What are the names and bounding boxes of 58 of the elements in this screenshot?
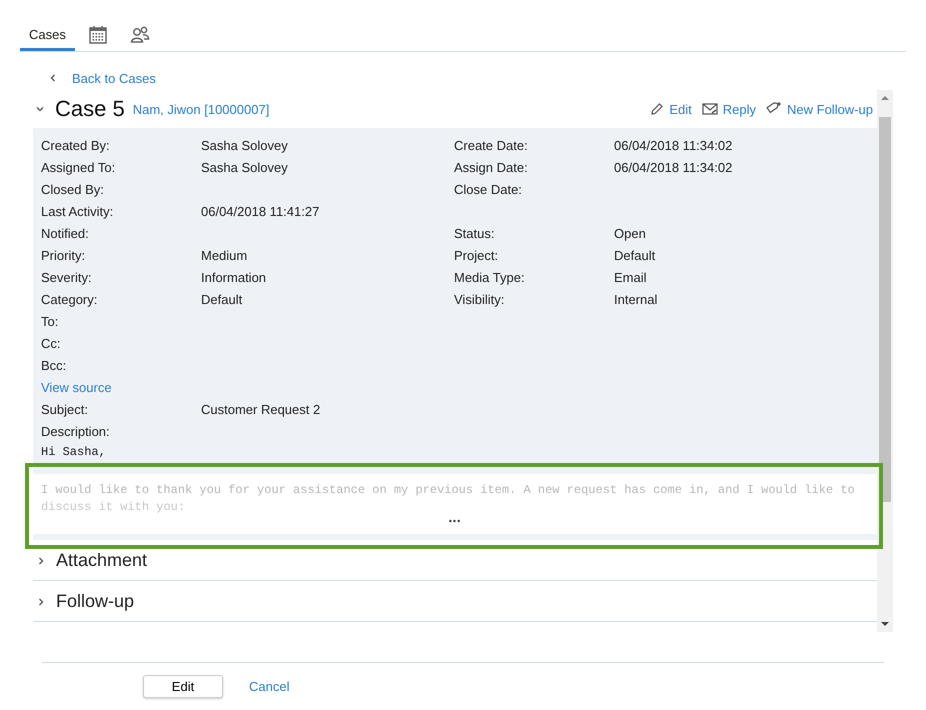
field-label: Status: <box>454 226 494 240</box>
contact-link[interactable]: Nam, Jiwon [10000007] <box>132 102 270 116</box>
field-value: Medium <box>201 248 248 262</box>
field-label: Description: <box>41 424 111 438</box>
case-title: Case 5 <box>55 96 125 122</box>
edit-action[interactable]: Edit <box>650 102 692 116</box>
chevron-icon[interactable] <box>36 596 46 606</box>
field-label: Media Type: <box>454 270 525 284</box>
section-title[interactable]: Follow-up <box>56 590 134 612</box>
field-value: Internal <box>614 292 658 306</box>
field-label: Notified: <box>41 226 90 240</box>
field-value: Default <box>201 292 242 306</box>
more-indicator[interactable]: ••• <box>448 516 462 526</box>
field-value: Sasha Solovey <box>201 160 288 174</box>
field-label: Close Date: <box>454 182 522 196</box>
envelope-icon <box>702 102 718 116</box>
field-label: Priority: <box>41 248 86 262</box>
field-value: 06/04/2018 11:34:02 <box>614 160 732 174</box>
field-label: Project: <box>454 248 498 262</box>
pencil-icon <box>650 102 664 116</box>
field-label: Create Date: <box>454 138 528 152</box>
field-value: Information <box>201 270 266 284</box>
field-label: Category: <box>41 292 98 306</box>
field-value: 06/04/2018 11:41:27 <box>201 204 320 218</box>
field-label: To: <box>41 314 60 328</box>
field-value: Email <box>614 270 647 284</box>
field-value: Default <box>614 248 656 262</box>
field-label: Cc: <box>41 336 62 350</box>
field-label: Last Activity: <box>41 204 114 218</box>
edit-button[interactable]: Edit <box>143 675 223 698</box>
field-label: Created By: <box>41 138 111 152</box>
scrollbar[interactable] <box>877 90 893 632</box>
message-text: I would like to thank you for your assistance on my previous item. A new request has come in, and I would like to <box>41 483 855 497</box>
chevron-icon[interactable] <box>36 556 46 566</box>
field-value: Open <box>614 226 646 240</box>
field-label: Assign Date: <box>454 160 528 174</box>
scroll-down-arrow-icon[interactable] <box>881 621 889 627</box>
field-label: Closed By: <box>41 182 105 196</box>
field-value: 06/04/2018 11:34:02 <box>614 138 732 152</box>
calendar-icon <box>88 24 108 44</box>
people-icon <box>130 24 150 44</box>
follow-up-action[interactable]: New Follow-up <box>766 101 873 117</box>
message-greeting: Hi Sasha, <box>41 445 106 459</box>
cancel-link[interactable]: Cancel <box>249 679 290 694</box>
field-value: Customer Request 2 <box>201 402 320 416</box>
field-label: Bcc: <box>41 358 68 372</box>
field-label: Severity: <box>41 270 93 284</box>
chevron-icon[interactable] <box>48 73 58 83</box>
field-label: Visibility: <box>454 292 504 306</box>
field-value: Sasha Solovey <box>201 138 288 152</box>
cases-tab[interactable]: Cases <box>20 21 75 51</box>
scroll-up-arrow-icon[interactable] <box>881 95 889 101</box>
back-link[interactable]: Back to Cases <box>72 70 156 86</box>
view-source-link[interactable]: View source <box>41 380 201 394</box>
field-label: Assigned To: <box>41 160 116 174</box>
section-title[interactable]: Attachment <box>56 550 148 570</box>
reply-action[interactable]: Reply <box>702 102 756 116</box>
field-label: Subject: <box>41 402 89 416</box>
